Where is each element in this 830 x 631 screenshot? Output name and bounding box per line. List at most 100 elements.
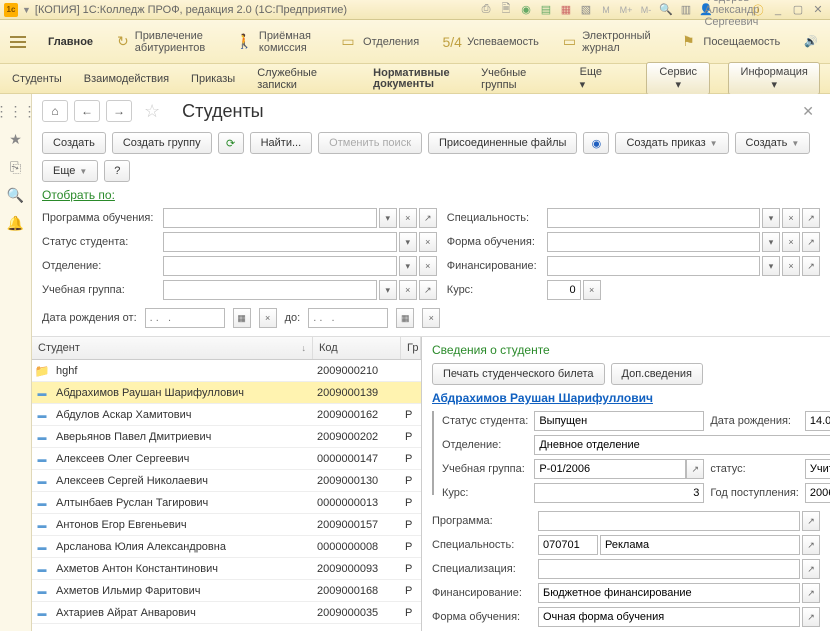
create-order-button[interactable]: Создать приказ▼ <box>615 132 728 154</box>
table-row[interactable]: 📁hghf2009000210 <box>32 360 421 382</box>
bell-icon[interactable]: 🔔 <box>7 214 25 232</box>
m-icon[interactable]: M- <box>638 2 654 18</box>
student-name-link[interactable]: Абдрахимов Раушан Шарифуллович <box>432 391 820 405</box>
table-row[interactable]: ▬Алексеев Олег Сергеевич0000000147Р <box>32 448 421 470</box>
globe-icon-button[interactable]: ◉ <box>583 132 609 154</box>
calc-icon[interactable]: ▧ <box>578 2 594 18</box>
drop-icon[interactable]: ▾ <box>399 256 417 276</box>
open-icon[interactable]: ↗ <box>419 280 437 300</box>
course-input[interactable] <box>547 280 581 300</box>
window-drop-icon[interactable]: ▼ <box>22 5 31 15</box>
table-row[interactable]: ▬Ахметов Ильмир Фаритович2009000168Р <box>32 580 421 602</box>
status-input[interactable] <box>163 232 396 252</box>
speciality-input[interactable] <box>547 208 760 228</box>
subnav-docs[interactable]: Нормативные документы <box>371 64 461 94</box>
nav-admission[interactable]: 🚶Приёмная комиссия <box>223 20 327 63</box>
nav-attendance[interactable]: ⚑Посещаемость <box>667 20 792 63</box>
drop-icon[interactable]: ▾ <box>762 208 780 228</box>
clear-icon[interactable]: × <box>419 232 437 252</box>
dob-from-input[interactable] <box>145 308 225 328</box>
filter-link[interactable]: Отобрать по: <box>42 188 115 202</box>
attached-files-button[interactable]: Присоединенные файлы <box>428 132 577 154</box>
m-plus-icon[interactable]: M+ <box>618 2 634 18</box>
spec-code-value[interactable] <box>538 535 598 555</box>
m-minus-icon[interactable]: M <box>598 2 614 18</box>
printer-icon[interactable]: ⎙ <box>478 2 494 18</box>
calendar-icon[interactable]: ▦ <box>233 308 251 328</box>
clear-icon[interactable]: × <box>583 280 601 300</box>
group-input[interactable] <box>163 280 376 300</box>
dept-input[interactable] <box>163 256 396 276</box>
service-button[interactable]: Сервис ▾ <box>646 62 710 95</box>
clear-icon[interactable]: × <box>399 208 417 228</box>
open-icon[interactable]: ↗ <box>802 511 820 531</box>
nav-sound-icon[interactable]: 🔊 <box>792 20 830 63</box>
close-page-icon[interactable]: ✕ <box>796 103 820 120</box>
fin-value[interactable] <box>538 583 800 603</box>
drop-icon[interactable]: ▾ <box>399 232 417 252</box>
program-input[interactable] <box>163 208 376 228</box>
col-group[interactable]: Гр <box>401 337 421 359</box>
subnav-orders[interactable]: Приказы <box>189 69 237 89</box>
subnav-notes[interactable]: Служебные записки <box>255 63 353 95</box>
more-button[interactable]: Еще▼ <box>42 160 98 182</box>
drop-icon[interactable]: ▾ <box>762 256 780 276</box>
nav-enrollment[interactable]: ↻Привлечение абитуриентов <box>105 20 223 63</box>
back-button[interactable]: ← <box>74 100 100 122</box>
specz-value[interactable] <box>538 559 800 579</box>
open-icon[interactable]: ↗ <box>802 232 820 252</box>
status2-value[interactable] <box>805 459 830 479</box>
nav-performance[interactable]: 5/4Успеваемость <box>431 20 551 63</box>
db-icon[interactable]: ◉ <box>518 2 534 18</box>
open-icon[interactable]: ↗ <box>802 208 820 228</box>
form-value[interactable] <box>538 607 800 627</box>
minimize-icon[interactable]: _ <box>770 2 786 18</box>
group-value[interactable] <box>534 459 686 479</box>
subnav-interactions[interactable]: Взаимодействия <box>82 69 171 89</box>
open-icon[interactable]: ↗ <box>802 583 820 603</box>
open-icon[interactable]: ↗ <box>802 607 820 627</box>
fav-icon[interactable]: ☆ <box>144 101 160 122</box>
forward-button[interactable]: → <box>106 100 132 122</box>
finance-input[interactable] <box>547 256 760 276</box>
drop-icon[interactable]: ▾ <box>379 208 397 228</box>
table-row[interactable]: ▬Алтынбаев Руслан Тагирович0000000013Р <box>32 492 421 514</box>
nav-journal[interactable]: ▭Электронный журнал <box>551 20 668 63</box>
clear-icon[interactable]: × <box>782 208 800 228</box>
table-row[interactable]: ▬Ахтариев Айрат Анварович2009000035Р <box>32 602 421 624</box>
form-input[interactable] <box>547 232 760 252</box>
create-dropdown-button[interactable]: Создать▼ <box>735 132 811 154</box>
drop-icon[interactable]: ▾ <box>762 232 780 252</box>
clear-icon[interactable]: × <box>399 280 417 300</box>
dob-to-input[interactable] <box>308 308 388 328</box>
table-row[interactable]: ▬Абдулов Аскар Хамитович2009000162Р <box>32 404 421 426</box>
open-icon[interactable]: ↗ <box>802 559 820 579</box>
search-icon[interactable]: 🔍 <box>7 186 25 204</box>
table-row[interactable]: ▬Алексеев Сергей Николаевич2009000130Р <box>32 470 421 492</box>
table-row[interactable]: ▬Ахметов Антон Константинович2009000093Р <box>32 558 421 580</box>
star-icon[interactable]: ★ <box>7 130 25 148</box>
clear-icon[interactable]: × <box>419 256 437 276</box>
create-button[interactable]: Создать <box>42 132 106 154</box>
calendar-icon[interactable]: ▦ <box>396 308 414 328</box>
clear-icon[interactable]: × <box>422 308 440 328</box>
drop-icon[interactable]: ▾ <box>379 280 397 300</box>
year-value[interactable] <box>805 483 830 503</box>
spec-value[interactable] <box>600 535 800 555</box>
menu-icon[interactable] <box>0 20 36 63</box>
course-value[interactable] <box>534 483 704 503</box>
apps-icon[interactable]: ⋮⋮⋮ <box>7 102 25 120</box>
refresh-icon-button[interactable]: ⟳ <box>218 132 244 154</box>
dob-value[interactable] <box>805 411 830 431</box>
clear-icon[interactable]: × <box>782 232 800 252</box>
find-button[interactable]: Найти... <box>250 132 313 154</box>
clear-icon[interactable]: × <box>782 256 800 276</box>
col-code[interactable]: Код <box>313 337 401 359</box>
table-row[interactable]: ▬Абдрахимов Раушан Шарифуллович200900013… <box>32 382 421 404</box>
close-icon[interactable]: ✕ <box>810 2 826 18</box>
open-icon[interactable]: ↗ <box>419 208 437 228</box>
open-icon[interactable]: ↗ <box>802 535 820 555</box>
calendar-icon[interactable]: ▦ <box>558 2 574 18</box>
zoom-icon[interactable]: 🔍 <box>658 2 674 18</box>
program-value[interactable] <box>538 511 800 531</box>
